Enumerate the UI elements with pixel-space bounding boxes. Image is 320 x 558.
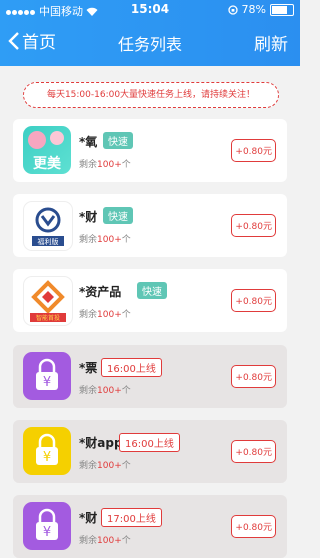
lock-yen-icon: ¥	[23, 352, 71, 400]
task-name: *财	[79, 210, 98, 224]
app-asset-icon: 智能首投	[23, 276, 73, 326]
task-name: *氧	[79, 135, 98, 149]
app-gengmei-icon: 更美	[23, 126, 71, 174]
top-bar: 中国移动 15:04 78% 首页 任务列表 刷新	[0, 0, 300, 66]
task-reward: +0.80元	[231, 515, 276, 538]
refresh-button[interactable]: 刷新	[254, 30, 288, 55]
task-tag: 快速	[103, 132, 133, 149]
task-name: *资产品	[79, 285, 122, 299]
task-card[interactable]: 智能首投 *资产品 快速 剩余100+个 +0.80元	[13, 269, 287, 332]
task-tag: 16:00上线	[101, 358, 162, 377]
task-tag: 快速	[137, 282, 167, 299]
task-remaining: 剩余100+个	[79, 310, 131, 320]
task-reward: +0.80元	[231, 365, 276, 388]
task-tag: 17:00上线	[101, 508, 162, 527]
battery-percent: 78%	[241, 3, 266, 16]
task-card[interactable]: ¥ *票 16:00上线 剩余100+个 +0.80元	[13, 345, 287, 408]
task-card[interactable]: ¥ *财 17:00上线 剩余100+个 +0.80元	[13, 495, 287, 558]
task-card[interactable]: ¥ *财app 16:00上线 剩余100+个 +0.80元	[13, 420, 287, 483]
task-remaining: 剩余100+个	[79, 386, 131, 396]
app-finance-icon: 福利版	[23, 201, 73, 251]
notice-banner: 每天15:00-16:00大量快速任务上线，请持续关注！	[23, 82, 279, 108]
svg-text:¥: ¥	[43, 450, 51, 465]
task-card[interactable]: 更美 *氧 快速 剩余100+个 +0.80元	[13, 119, 287, 182]
task-reward: +0.80元	[231, 289, 276, 312]
task-reward: +0.80元	[231, 440, 276, 463]
task-card[interactable]: 福利版 *财 快速 剩余100+个 +0.80元	[13, 194, 287, 257]
task-reward: +0.80元	[231, 139, 276, 162]
status-bar: 中国移动 15:04 78%	[0, 0, 300, 20]
task-tag: 16:00上线	[119, 433, 180, 452]
task-remaining: 剩余100+个	[79, 536, 131, 546]
nav-bar: 首页 任务列表 刷新	[0, 22, 300, 62]
task-reward: +0.80元	[231, 214, 276, 237]
task-name: *财app	[79, 436, 123, 450]
task-name: *财	[79, 511, 98, 525]
lock-yen-icon: ¥	[23, 502, 71, 550]
task-name: *票	[79, 361, 98, 375]
battery-icon	[270, 3, 294, 16]
task-remaining: 剩余100+个	[79, 461, 131, 471]
task-remaining: 剩余100+个	[79, 235, 131, 245]
lock-yen-icon: ¥	[23, 427, 71, 475]
task-tag: 快速	[103, 207, 133, 224]
task-remaining: 剩余100+个	[79, 160, 131, 170]
svg-text:¥: ¥	[43, 375, 51, 390]
lock-rotation-icon	[227, 4, 238, 15]
